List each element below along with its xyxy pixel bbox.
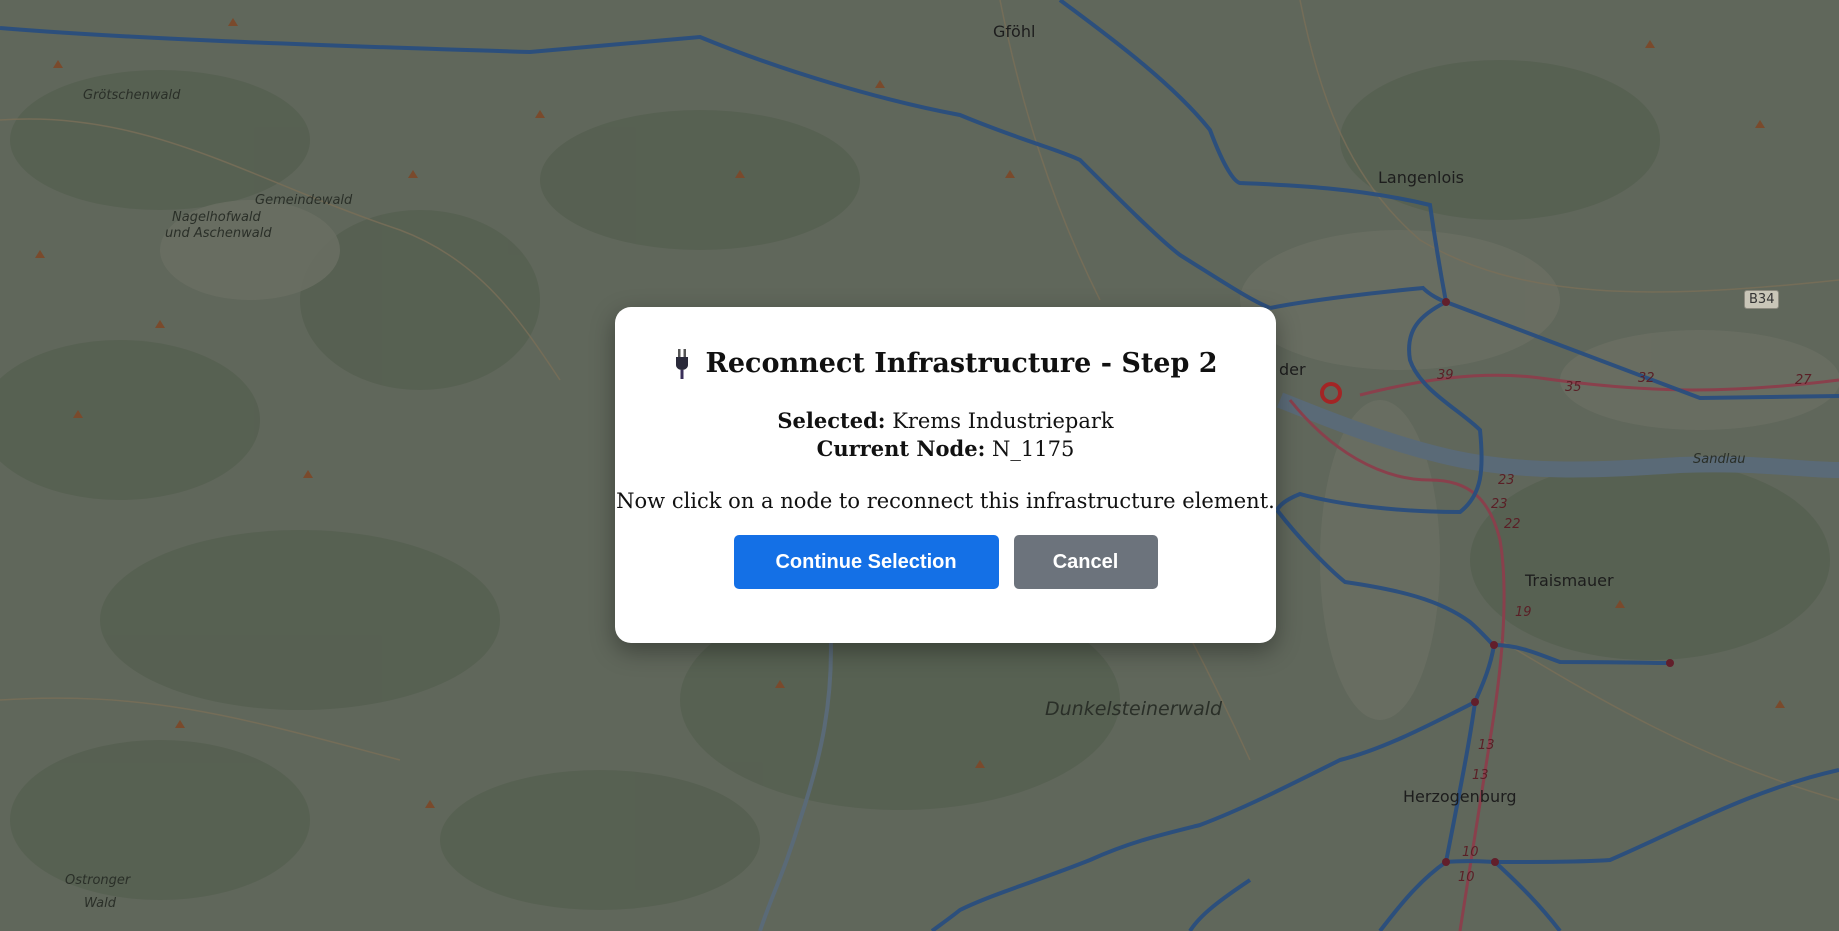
forest-label-dunkelsteinerwald: Dunkelsteinerwald <box>1045 698 1223 720</box>
route-number: 39 <box>1437 368 1454 383</box>
dialog-title: Reconnect Infrastructure - Step 2 <box>615 348 1276 379</box>
forest-label-nagelhofwald: Nagelhofwald <box>172 210 261 225</box>
dialog-title-text: Reconnect Infrastructure - Step 2 <box>705 348 1218 379</box>
route-number: 23 <box>1491 497 1508 512</box>
instruction-text: Now click on a node to reconnect this in… <box>616 489 1275 513</box>
route-number: 35 <box>1565 380 1582 395</box>
route-number: 10 <box>1458 870 1475 885</box>
route-number: 23 <box>1498 473 1515 488</box>
forest-label-ostronger-wald: Wald <box>84 896 116 911</box>
forest-label-sandlau: Sandlau <box>1693 452 1746 467</box>
route-number: 19 <box>1515 605 1532 620</box>
town-label-langenlois: Langenlois <box>1378 168 1465 187</box>
town-label-krems-partial: der <box>1279 360 1306 379</box>
route-number: 32 <box>1638 371 1655 386</box>
forest-label-gemeindewald: Gemeindewald <box>255 193 353 208</box>
route-number: 27 <box>1795 373 1812 388</box>
town-label-gfohl: Gföhl <box>993 22 1036 41</box>
selection-details: Selected: Krems Industriepark Current No… <box>615 407 1276 463</box>
dialog-buttons: Continue Selection Cancel <box>615 535 1276 589</box>
plug-icon <box>673 348 691 379</box>
selected-value: Krems Industriepark <box>892 409 1114 433</box>
selected-label: Selected: <box>777 408 886 433</box>
map-view[interactable]: Gföhl Langenlois der Traismauer Herzogen… <box>0 0 1839 931</box>
route-number: 10 <box>1462 845 1479 860</box>
forest-label-aschenwald: und Aschenwald <box>165 226 272 241</box>
current-node-value: N_1175 <box>992 437 1075 461</box>
cancel-button[interactable]: Cancel <box>1013 535 1158 589</box>
selected-row: Selected: Krems Industriepark <box>615 407 1276 435</box>
forest-label-grotschenwald: Grötschenwald <box>83 88 181 103</box>
current-node-label: Current Node: <box>816 436 986 461</box>
reconnect-dialog: Reconnect Infrastructure - Step 2 Select… <box>615 307 1276 643</box>
route-number: 22 <box>1504 517 1521 532</box>
forest-label-ostronger: Ostronger <box>65 873 131 888</box>
town-label-herzogenburg: Herzogenburg <box>1403 787 1517 806</box>
route-number: 13 <box>1472 768 1489 783</box>
continue-selection-button[interactable]: Continue Selection <box>733 535 999 589</box>
town-label-traismauer: Traismauer <box>1525 571 1614 590</box>
road-shield-b34: B34 <box>1744 290 1780 309</box>
route-number: 13 <box>1478 738 1495 753</box>
current-node-row: Current Node: N_1175 <box>615 435 1276 463</box>
